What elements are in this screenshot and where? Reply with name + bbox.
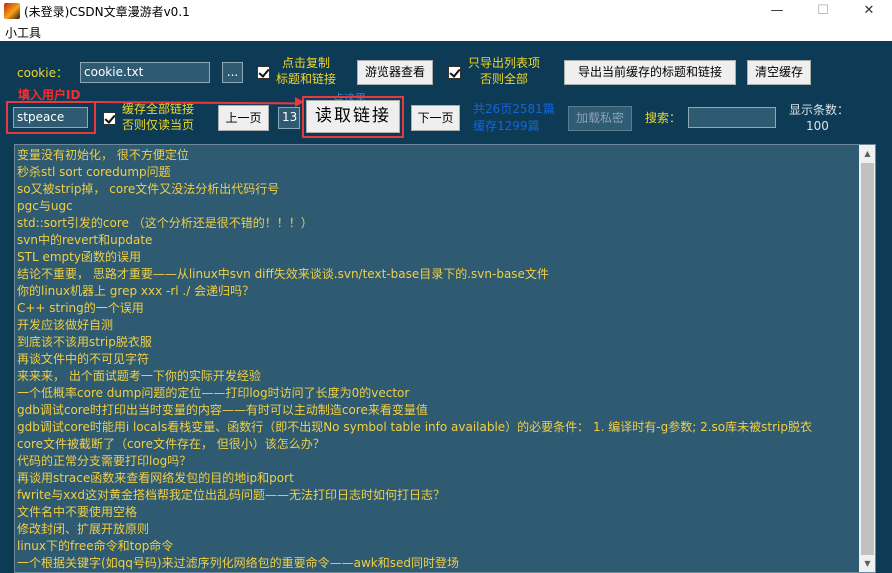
list-item[interactable]: core文件被截断了（core文件存在， 但很小）该怎么办？ [17,436,858,453]
close-button[interactable]: ✕ [846,0,892,22]
export-list-only-label-line1: 只导出列表项 [468,56,541,70]
prev-page-button[interactable]: 上一页 [218,105,269,131]
list-item[interactable]: pgc与ugc [17,198,858,215]
list-item[interactable]: 修改封闭、扩展开放原则 [17,521,858,538]
scrollbar-thumb[interactable] [861,163,874,555]
vertical-scrollbar[interactable]: ▲ ▼ [859,145,875,572]
list-item[interactable]: 开发应该做好自测 [17,317,858,334]
cookie-label: cookie： [17,66,68,80]
list-item[interactable]: 你的linux机器上 grep xxx -rl ./ 会递归吗？ [17,283,858,300]
list-item[interactable]: 一个根据关键字(如qq号码)来过滤序列化网络包的重要命令——awk和sed同时登… [17,555,858,572]
clear-cache-button[interactable]: 清空缓存 [747,60,811,85]
app-logo-icon [4,3,20,19]
title-bar: (未登录)CSDN文章漫游者v0.1 — ☐ ✕ [0,0,892,22]
user-id-input[interactable]: stpeace [13,107,88,128]
copy-title-link-label-line2: 标题和链接 [276,72,337,86]
cache-all-label-line1: 缓存全部链接 [122,102,195,116]
page-number-input[interactable]: 13 [278,107,300,129]
list-item[interactable]: STL empty函数的误用 [17,249,858,266]
cookie-file-input[interactable]: cookie.txt [80,62,210,83]
export-list-only-label-line2: 否则全部 [480,72,529,86]
list-item[interactable]: 代码的正常分支需要打印log吗？ [17,453,858,470]
next-page-button[interactable]: 下一页 [411,105,460,131]
cache-all-checkbox[interactable] [103,112,116,125]
menu-item-tools[interactable]: 小工具 [5,24,41,41]
list-item[interactable]: so又被strip掉， core文件又没法分析出代码行号 [17,181,858,198]
list-item[interactable]: svn中的revert和update [17,232,858,249]
minimize-button[interactable]: — [754,0,800,22]
list-item[interactable]: 结论不重要， 思路才重要——从linux中svn diff失效来谈谈.svn/t… [17,266,858,283]
display-count-label: 显示条数： [789,103,850,117]
list-item[interactable]: gdb调试core时能用i locals看栈变量、函数行（即不出现No symb… [17,419,858,436]
menu-bar: 小工具 [0,22,892,41]
list-item[interactable]: 到底该不该用strip脱衣服 [17,334,858,351]
list-item[interactable]: gdb调试core时打印出当时变量的内容——有时可以主动制造core来看变量值 [17,402,858,419]
scroll-up-arrow-icon[interactable]: ▲ [859,145,875,162]
display-count-value: 100 [806,119,829,133]
list-item[interactable]: 来来来， 出个面试题考一下你的实际开发经验 [17,368,858,385]
total-stats-label: 共26页2581篇 [473,102,555,116]
browser-view-button[interactable]: 游览器查看 [357,60,433,85]
list-item[interactable]: C++ string的一个误用 [17,300,858,317]
list-item[interactable]: linux下的free命令和top命令 [17,538,858,555]
list-item[interactable]: 再谈文件中的不可见字符 [17,351,858,368]
search-input[interactable] [688,107,776,128]
article-list[interactable]: 变量没有初始化， 很不方便定位 秒杀stl sort coredump问题 so又被… [14,144,876,573]
export-list-only-checkbox[interactable] [448,66,461,79]
read-links-button[interactable]: 读取链接 [306,100,400,133]
list-item[interactable]: std::sort引发的core （这个分析还是很不错的！！！） [17,215,858,232]
article-list-items: 变量没有初始化， 很不方便定位 秒杀stl sort coredump问题 so又被… [15,145,858,572]
window-title: (未登录)CSDN文章漫游者v0.1 [24,5,190,19]
list-item[interactable]: 变量没有初始化， 很不方便定位 [17,147,858,164]
list-item[interactable]: 一个低概率core dump问题的定位——打印log时访问了长度为0的vecto… [17,385,858,402]
scroll-down-arrow-icon[interactable]: ▼ [859,555,875,572]
list-item[interactable]: fwrite与xxd这对黄金搭档帮我定位出乱码问题——无法打印日志时如何打日志？ [17,487,858,504]
copy-title-link-label-line1: 点击复制 [282,56,331,70]
load-private-button[interactable]: 加载私密 [568,106,632,131]
list-item[interactable]: 秒杀stl sort coredump问题 [17,164,858,181]
browse-cookie-button[interactable]: ... [222,62,243,83]
copy-title-link-checkbox[interactable] [257,66,270,79]
search-label: 搜索： [645,111,682,125]
cache-all-label-line2: 否则仅读当页 [122,118,195,132]
list-item[interactable]: 文件名中不要使用空格 [17,504,858,521]
list-item[interactable]: 再谈用strace函数来查看网络发包的目的地ip和port [17,470,858,487]
export-cache-button[interactable]: 导出当前缓存的标题和链接 [564,60,736,85]
maximize-button[interactable]: ☐ [800,0,846,22]
cache-stats-label: 缓存1299篇 [473,119,540,133]
